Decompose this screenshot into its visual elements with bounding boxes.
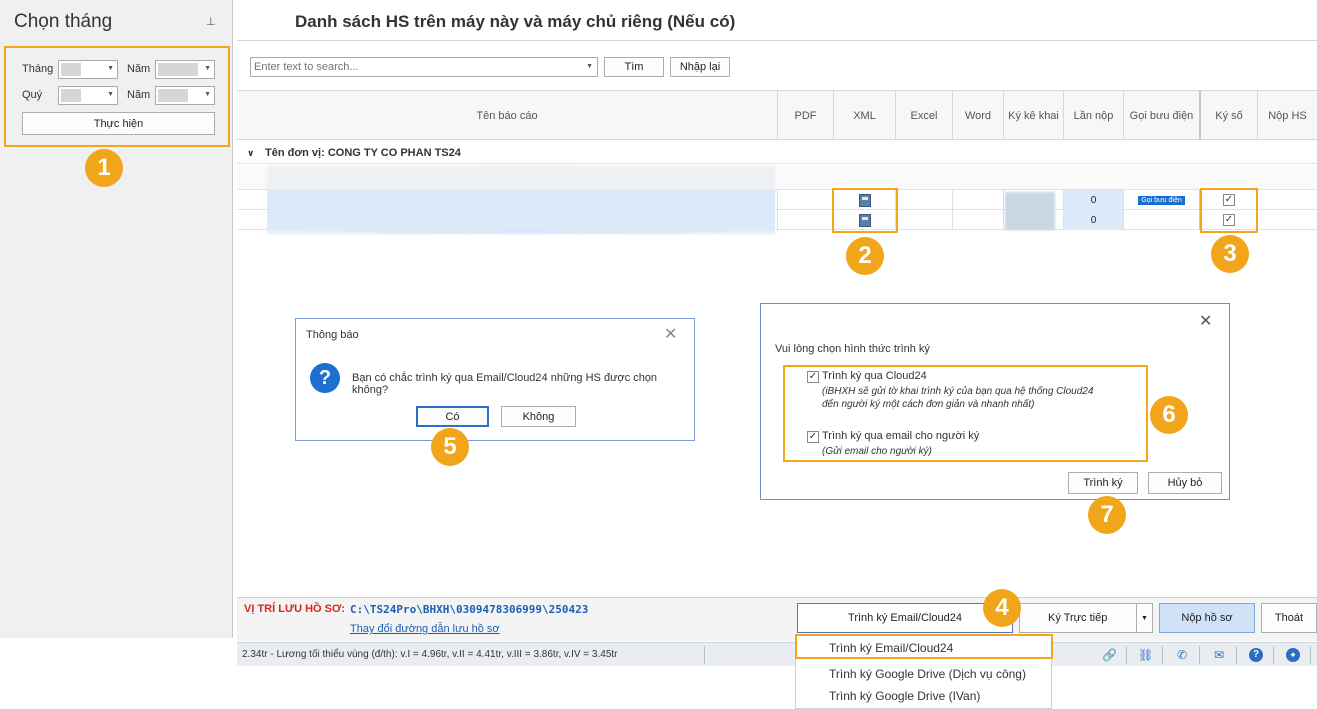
col-ten-bao-cao[interactable]: Tên báo cáo [237, 91, 777, 140]
table-row[interactable]: 0 ✓ [237, 210, 1317, 230]
sign-prompt: Vui lòng chọn hình thức trình ký [775, 343, 930, 355]
goi-buu-dien-badge[interactable]: Gọi bưu điện [1138, 195, 1185, 205]
thoat-button[interactable]: Thoát [1261, 603, 1317, 633]
unlink-icon[interactable]: ⛓ [1138, 648, 1153, 662]
chevron-down-icon[interactable]: ▼ [1136, 604, 1152, 632]
highlight-3 [1200, 188, 1258, 233]
help-icon[interactable]: ? [1249, 648, 1263, 662]
chevron-down-icon[interactable]: ▼ [586, 63, 593, 70]
search-button[interactable]: Tìm [604, 57, 664, 77]
ky-truc-tiep-label: Ký Trực tiếp [1048, 612, 1108, 624]
email-cloud24-button[interactable]: Trình ký Email/Cloud24 [797, 603, 1013, 633]
search-field[interactable] [251, 58, 571, 76]
panel-title: Chọn tháng [14, 11, 113, 32]
group-row[interactable]: ∨ Tên đơn vị: CONG TY CO PHAN TS24 [237, 142, 1317, 164]
highlight-4 [795, 634, 1053, 659]
lan-nop-cell: 0 [1063, 190, 1123, 210]
change-path-link[interactable]: Thay đổi đường dẫn lưu hồ sơ [350, 623, 500, 635]
close-icon[interactable]: ✕ [1199, 311, 1212, 331]
col-lan-nop[interactable]: Lần nộp [1063, 91, 1123, 140]
confirm-dialog: Thông báo ✕ ? Bạn có chắc trình ký qua E… [295, 318, 695, 441]
col-nop-hs[interactable]: Nộp HS [1257, 91, 1317, 140]
path-value: C:\TS24Pro\BHXH\0309478306999\250423 [350, 603, 589, 616]
highlight-6 [783, 365, 1148, 462]
col-pdf[interactable]: PDF [777, 91, 833, 140]
col-excel[interactable]: Excel [895, 91, 952, 140]
trinh-ky-button[interactable]: Trình ký [1068, 472, 1138, 494]
nop-ho-so-button[interactable]: Nộp hồ sơ [1159, 603, 1255, 633]
highlight-1 [4, 46, 230, 147]
col-ky-ke-khai[interactable]: Ký kê khai [1003, 91, 1063, 140]
lan-nop-cell: 0 [1063, 210, 1123, 230]
yes-button[interactable]: Có [416, 406, 489, 427]
status-bar: 2.34tr - Lương tối thiểu vùng (đ/th): v.… [237, 642, 1317, 666]
col-goi-buu-dien[interactable]: Gọi bưu điện [1123, 91, 1199, 140]
path-label: VỊ TRÍ LƯU HỒ SƠ: [244, 603, 346, 615]
question-icon: ? [310, 363, 340, 393]
pin-icon[interactable]: ⊥ [206, 15, 216, 28]
grid-header: Tên báo cáo PDF XML Excel Word Ký kê kha… [237, 90, 1317, 140]
close-icon[interactable]: ✕ [664, 324, 677, 344]
badge-6: 6 [1150, 396, 1188, 434]
page-title: Danh sách HS trên máy này và máy chủ riê… [295, 12, 736, 31]
highlight-2 [832, 188, 898, 233]
search-input[interactable]: ▼ [250, 57, 598, 77]
dialog-message: Bạn có chắc trình ký qua Email/Cloud24 n… [352, 372, 658, 396]
col-xml[interactable]: XML [833, 91, 895, 140]
dropdown-item-gdrive-ivan[interactable]: Trình ký Google Drive (IVan) [829, 689, 980, 703]
bottom-bar: VỊ TRÍ LƯU HỒ SƠ: C:\TS24Pro\BHXH\030947… [237, 597, 1317, 641]
messenger-icon[interactable]: ✦ [1286, 648, 1300, 662]
badge-5: 5 [431, 428, 469, 466]
mail-icon[interactable]: ✉ [1212, 648, 1226, 662]
group-label: Tên đơn vị: CONG TY CO PHAN TS24 [265, 147, 461, 159]
link-icon[interactable]: 🔗 [1102, 648, 1117, 662]
dropdown-item-gdrive-dvc[interactable]: Trình ký Google Drive (Dịch vụ công) [829, 667, 1026, 681]
badge-1: 1 [85, 149, 123, 187]
col-ky-so[interactable]: Ký số [1199, 91, 1257, 140]
badge-3: 3 [1211, 235, 1249, 273]
col-word[interactable]: Word [952, 91, 1003, 140]
status-text: 2.34tr - Lương tối thiểu vùng (đ/th): v.… [242, 649, 618, 660]
dialog-title: Thông báo [306, 329, 359, 341]
badge-7: 7 [1088, 496, 1126, 534]
phone-icon[interactable]: ✆ [1175, 648, 1189, 662]
badge-4: 4 [983, 589, 1021, 627]
huy-bo-button[interactable]: Hủy bỏ [1148, 472, 1222, 494]
table-row[interactable]: 0 Gọi bưu điện ✓ [237, 190, 1317, 210]
reset-button[interactable]: Nhập lại [670, 57, 730, 77]
ky-truc-tiep-button[interactable]: Ký Trực tiếp ▼ [1019, 603, 1153, 633]
no-button[interactable]: Không [501, 406, 576, 427]
badge-2: 2 [846, 237, 884, 275]
